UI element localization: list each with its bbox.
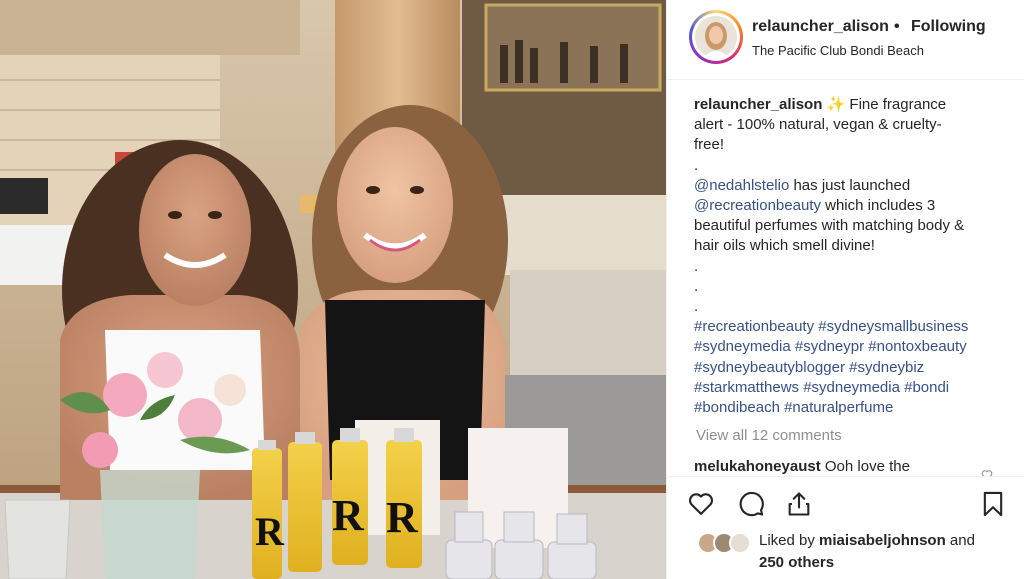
svg-text:R: R: [255, 509, 285, 554]
post-username[interactable]: relauncher_alison: [752, 18, 889, 36]
hashtag-link[interactable]: #bondibeach #naturalperfume: [694, 398, 1009, 418]
post-header: relauncher_alison • Following The Pacifi…: [667, 0, 1024, 80]
caption-text: Fine fragrance: [849, 96, 947, 113]
bookmark-icon[interactable]: [979, 490, 1007, 518]
heart-icon[interactable]: [687, 490, 715, 518]
comment-item: melukahoneyaust Ooh love the: [694, 458, 994, 478]
caption-line: beautiful perfumes with matching body &: [694, 217, 965, 235]
post-location[interactable]: The Pacific Club Bondi Beach: [752, 43, 924, 58]
avatar: [729, 532, 751, 554]
post-photo-image: R R R: [0, 0, 666, 579]
post-actions: Liked by miaisabeljohnson and 250 others: [667, 476, 1024, 579]
svg-text:R: R: [386, 493, 419, 542]
caption-line: @recreationbeauty which includes 3: [694, 196, 1009, 216]
caption-line: alert - 100% natural, vegan & cruelty-: [694, 116, 942, 134]
caption-line: .: [694, 277, 699, 295]
following-button[interactable]: Following: [911, 18, 986, 36]
hashtag-link[interactable]: #recreationbeauty #sydneysmallbusiness: [694, 317, 1009, 337]
hashtag-link[interactable]: #starkmatthews #sydneymedia #bondi: [694, 378, 1009, 398]
caption-line: relauncher_alison ✨ Fine fragrance: [694, 95, 1009, 115]
mention-link[interactable]: @recreationbeauty: [694, 197, 821, 214]
svg-text:R: R: [332, 491, 365, 540]
post-caption: relauncher_alison ✨ Fine fragrance alert…: [694, 95, 1009, 418]
avatar[interactable]: [689, 10, 743, 64]
hashtag-link[interactable]: #sydneymedia #sydneypr #nontoxbeauty: [694, 337, 1009, 357]
comment-icon[interactable]: [737, 490, 765, 518]
liked-by-middle: and: [945, 532, 975, 549]
share-icon[interactable]: [785, 490, 813, 518]
liked-by-text: Liked by miaisabeljohnson and 250 others: [759, 530, 1019, 574]
view-all-comments-link[interactable]: View all 12 comments: [696, 427, 842, 444]
caption-line: .: [694, 257, 699, 275]
post-photo[interactable]: R R R: [0, 0, 666, 579]
liked-by-prefix: Liked by: [759, 532, 820, 549]
comment-username[interactable]: melukahoneyaust: [694, 458, 821, 475]
caption-text: has just launched: [789, 176, 911, 194]
caption-line: .: [694, 156, 699, 174]
caption-line: @nedahlstelio has just launched: [694, 176, 1009, 196]
caption-text: which includes 3: [820, 197, 936, 215]
caption-line: .: [694, 298, 699, 316]
mention-link[interactable]: @nedahlstelio: [694, 177, 789, 194]
post-sidebar: relauncher_alison • Following The Pacifi…: [666, 0, 1024, 579]
caption-line: hair oils which smell divine!: [694, 237, 875, 255]
hashtag-link[interactable]: #sydneybeautyblogger #sydneybiz: [694, 358, 1009, 378]
likes-count[interactable]: 250 others: [759, 554, 834, 571]
separator-dot: •: [894, 18, 900, 35]
comment-text: Ooh love the: [820, 458, 910, 475]
caption-line: free!: [694, 136, 725, 154]
liked-by-username[interactable]: miaisabeljohnson: [819, 532, 946, 549]
sparkle-emoji: ✨: [826, 96, 846, 113]
caption-username[interactable]: relauncher_alison: [694, 96, 822, 113]
